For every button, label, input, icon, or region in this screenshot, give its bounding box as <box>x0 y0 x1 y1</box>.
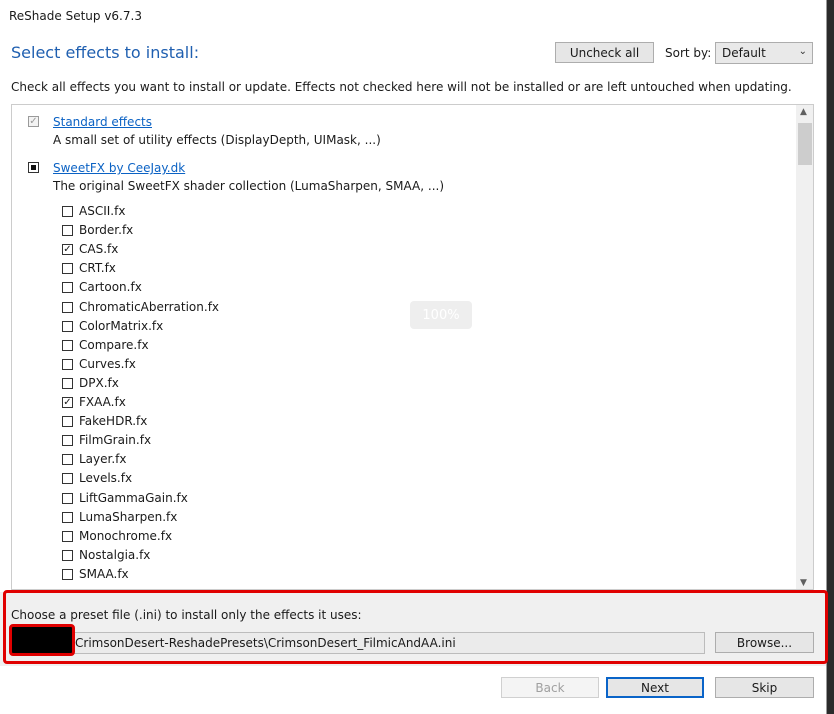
effect-label: FakeHDR.fx <box>79 414 148 429</box>
effect-checkbox[interactable] <box>62 206 73 217</box>
highlight-annotation <box>3 590 828 664</box>
scroll-up-icon[interactable]: ▲ <box>800 107 807 117</box>
effect-label: SMAA.fx <box>79 566 129 581</box>
effect-label: ColorMatrix.fx <box>79 318 164 333</box>
next-button[interactable]: Next <box>606 677 704 698</box>
progress-overlay: 100% <box>410 301 472 329</box>
sort-select-value: Default <box>722 46 766 60</box>
group-sweetfx-link[interactable]: SweetFX by CeeJay.dk <box>53 161 185 175</box>
effect-label: Curves.fx <box>79 356 136 371</box>
effect-checkbox[interactable] <box>62 282 73 294</box>
effects-list[interactable]: ✓ Standard effects A small set of utilit… <box>11 104 814 590</box>
effect-checkbox[interactable]: ✓ <box>62 397 73 408</box>
sort-select[interactable]: Default ⌄ <box>715 42 813 64</box>
skip-button[interactable]: Skip <box>715 677 814 698</box>
effect-checkbox[interactable] <box>62 339 73 351</box>
effect-label: DPX.fx <box>79 375 119 390</box>
effect-label: FXAA.fx <box>79 395 126 409</box>
effect-checkbox[interactable] <box>62 358 73 370</box>
group-standard-link[interactable]: Standard effects <box>53 115 152 129</box>
effect-checkbox[interactable] <box>62 263 73 275</box>
group-sweetfx-description: The original SweetFX shader collection (… <box>53 179 445 193</box>
back-button[interactable]: Back <box>501 677 599 698</box>
effect-label: Monochrome.fx <box>79 528 173 543</box>
effect-checkbox[interactable] <box>62 473 73 485</box>
effect-checkbox[interactable] <box>62 454 73 466</box>
effect-checkbox[interactable] <box>62 530 73 542</box>
effect-label: CAS.fx <box>79 242 119 257</box>
effect-checkbox[interactable] <box>62 511 73 523</box>
effect-checkbox[interactable] <box>62 320 73 332</box>
setup-window: ReShade Setup v6.7.3 Select effects to i… <box>0 0 828 714</box>
effect-checkbox[interactable] <box>62 568 73 580</box>
effect-checkbox[interactable]: ✓ <box>62 244 73 256</box>
list-scrollbar[interactable]: ▲ ▼ <box>796 105 813 589</box>
effect-label: Compare.fx <box>79 337 149 352</box>
title-bar: ReShade Setup v6.7.3 <box>0 0 826 34</box>
effect-checkbox[interactable] <box>62 225 73 237</box>
effect-label: Levels.fx <box>79 471 133 486</box>
effect-label: ASCII.fx <box>79 204 126 218</box>
effect-label: Border.fx <box>79 223 134 238</box>
effect-checkbox[interactable] <box>62 416 73 428</box>
effect-checkbox[interactable] <box>62 435 73 447</box>
sort-by-label: Sort by: <box>665 46 712 60</box>
uncheck-all-button[interactable]: Uncheck all <box>555 42 654 63</box>
effect-label: Layer.fx <box>79 452 127 467</box>
effect-checkbox[interactable] <box>62 549 73 561</box>
instructions-text: Check all effects you want to install or… <box>11 80 792 94</box>
chevron-down-icon: ⌄ <box>798 46 807 57</box>
scrollbar-thumb[interactable] <box>798 123 812 165</box>
scroll-down-icon[interactable]: ▼ <box>800 578 807 588</box>
group-sweetfx-checkbox[interactable] <box>28 162 39 173</box>
effect-checkbox[interactable] <box>62 377 73 389</box>
group-standard-checkbox[interactable]: ✓ <box>28 116 39 127</box>
effect-label: FilmGrain.fx <box>79 433 152 448</box>
effect-label: LiftGammaGain.fx <box>79 490 188 505</box>
effect-checkbox[interactable] <box>62 301 73 313</box>
effect-label: Nostalgia.fx <box>79 547 151 562</box>
group-standard-description: A small set of utility effects (DisplayD… <box>53 133 381 147</box>
page-heading: Select effects to install: <box>11 43 200 62</box>
window-title: ReShade Setup v6.7.3 <box>9 9 142 23</box>
effect-label: LumaSharpen.fx <box>79 509 178 524</box>
effect-label: CRT.fx <box>79 261 116 276</box>
effect-label: ChromaticAberration.fx <box>79 299 220 314</box>
effect-label: Cartoon.fx <box>79 280 142 295</box>
effect-checkbox[interactable] <box>62 492 73 504</box>
